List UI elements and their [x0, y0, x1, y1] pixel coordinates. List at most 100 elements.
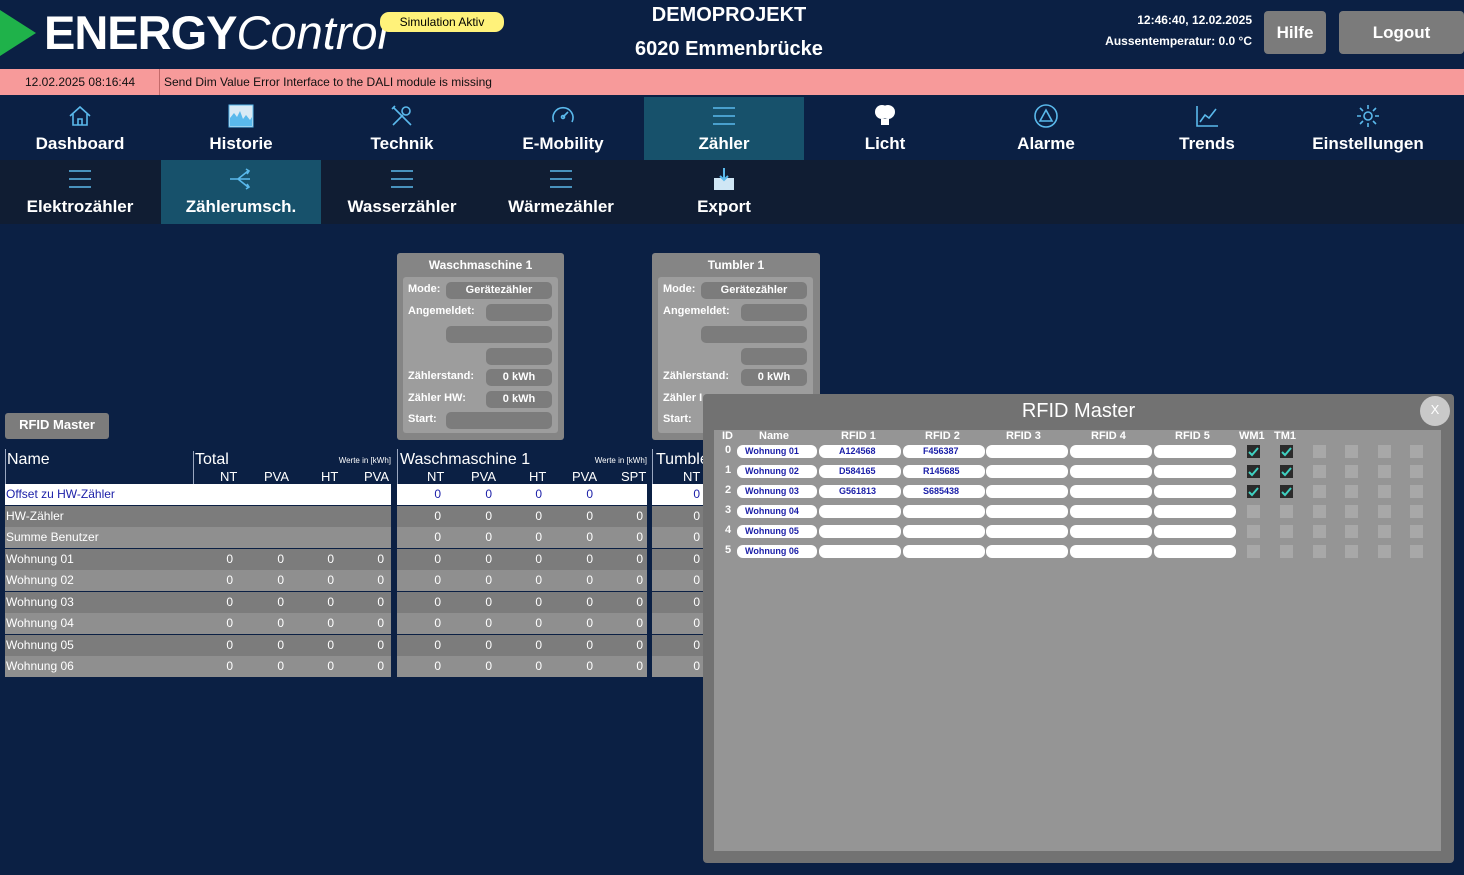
nav-licht[interactable]: Licht	[805, 97, 965, 160]
rfid-input-1[interactable]	[819, 505, 901, 518]
rfid-input-5[interactable]	[1154, 505, 1236, 518]
rfid-row-name[interactable]: Wohnung 06	[737, 545, 817, 558]
rfid-input-2[interactable]: S685438	[903, 485, 985, 498]
rfid-row-name[interactable]: Wohnung 01	[737, 445, 817, 458]
rfid-checkbox[interactable]	[1378, 545, 1391, 558]
mode-value[interactable]: Gerätezähler	[446, 282, 552, 299]
rfid-checkbox[interactable]	[1247, 465, 1260, 478]
rfid-checkbox[interactable]	[1313, 485, 1326, 498]
subnav-elektrozaehler[interactable]: Elektrozähler	[0, 160, 160, 224]
rfid-checkbox[interactable]	[1247, 545, 1260, 558]
rfid-input-3[interactable]	[986, 485, 1068, 498]
rfid-checkbox[interactable]	[1345, 445, 1358, 458]
subnav-zaehlerumsch[interactable]: Zählerumsch.	[161, 160, 321, 224]
mode-value[interactable]: Gerätezähler	[701, 282, 807, 299]
rfid-input-4[interactable]	[1070, 505, 1152, 518]
rfid-input-2[interactable]	[903, 545, 985, 558]
table-row: Wohnung 02 0 0 0 0	[5, 570, 391, 591]
subnav-export[interactable]: Export	[644, 160, 804, 224]
rfid-checkbox[interactable]	[1378, 445, 1391, 458]
close-button[interactable]: X	[1420, 396, 1450, 426]
rfid-input-3[interactable]	[986, 545, 1068, 558]
table-row: 0 0 0 0 0	[397, 634, 647, 656]
subnav-waermezaehler[interactable]: Wärmezähler	[481, 160, 641, 224]
nav-zaehler[interactable]: Zähler	[644, 97, 804, 160]
rfid-checkbox[interactable]	[1313, 545, 1326, 558]
rfid-checkbox[interactable]	[1345, 505, 1358, 518]
rfid-row-name[interactable]: Wohnung 04	[737, 505, 817, 518]
rfid-checkbox[interactable]	[1410, 525, 1423, 538]
rfid-input-3[interactable]	[986, 465, 1068, 478]
rfid-input-3[interactable]	[986, 525, 1068, 538]
rfid-checkbox[interactable]	[1378, 485, 1391, 498]
rfid-input-4[interactable]	[1070, 485, 1152, 498]
rfid-input-2[interactable]	[903, 505, 985, 518]
rfid-input-3[interactable]	[986, 445, 1068, 458]
rfid-input-5[interactable]	[1154, 485, 1236, 498]
nav-technik[interactable]: Technik	[322, 97, 482, 160]
rfid-input-4[interactable]	[1070, 525, 1152, 538]
rfid-checkbox[interactable]	[1378, 525, 1391, 538]
rfid-checkbox[interactable]	[1345, 545, 1358, 558]
rfid-checkbox[interactable]	[1313, 525, 1326, 538]
rfid-checkbox[interactable]	[1247, 525, 1260, 538]
help-button[interactable]: Hilfe	[1264, 11, 1326, 54]
rfid-checkbox[interactable]	[1280, 505, 1293, 518]
rfid-checkbox[interactable]	[1410, 445, 1423, 458]
nav-alarme[interactable]: Alarme	[966, 97, 1126, 160]
table-row: Wohnung 04 0 0 0 0	[5, 613, 391, 634]
rfid-checkbox[interactable]	[1247, 445, 1260, 458]
rfid-checkbox[interactable]	[1247, 485, 1260, 498]
rfid-input-1[interactable]: A124568	[819, 445, 901, 458]
rfid-input-1[interactable]	[819, 525, 901, 538]
rfid-master-button[interactable]: RFID Master	[5, 413, 109, 439]
rfid-input-5[interactable]	[1154, 465, 1236, 478]
rfid-input-4[interactable]	[1070, 465, 1152, 478]
list-icon	[644, 103, 804, 129]
rfid-input-4[interactable]	[1070, 445, 1152, 458]
rfid-input-5[interactable]	[1154, 545, 1236, 558]
nav-trends[interactable]: Trends	[1127, 97, 1287, 160]
rfid-checkbox[interactable]	[1410, 465, 1423, 478]
rfid-row-name[interactable]: Wohnung 02	[737, 465, 817, 478]
rfid-input-4[interactable]	[1070, 545, 1152, 558]
nav-dashboard[interactable]: Dashboard	[0, 97, 160, 160]
rfid-input-2[interactable]	[903, 525, 985, 538]
rfid-checkbox[interactable]	[1280, 445, 1293, 458]
rfid-checkbox[interactable]	[1345, 485, 1358, 498]
rfid-checkbox[interactable]	[1345, 465, 1358, 478]
rfid-input-2[interactable]: R145685	[903, 465, 985, 478]
rfid-row-name[interactable]: Wohnung 03	[737, 485, 817, 498]
rfid-checkbox[interactable]	[1410, 505, 1423, 518]
rfid-master-dialog: RFID Master X ID Name RFID 1 RFID 2 RFID…	[703, 394, 1454, 863]
rfid-checkbox[interactable]	[1280, 545, 1293, 558]
nav-e-mobility[interactable]: E-Mobility	[483, 97, 643, 160]
rfid-checkbox[interactable]	[1280, 485, 1293, 498]
rfid-input-5[interactable]	[1154, 525, 1236, 538]
rfid-checkbox[interactable]	[1280, 465, 1293, 478]
col-wm-ht: HT	[529, 469, 547, 484]
col-rfid4: RFID 4	[1091, 430, 1126, 442]
rfid-checkbox[interactable]	[1280, 525, 1293, 538]
rfid-checkbox[interactable]	[1247, 505, 1260, 518]
rfid-checkbox[interactable]	[1410, 545, 1423, 558]
rfid-input-3[interactable]	[986, 505, 1068, 518]
rfid-input-2[interactable]: F456387	[903, 445, 985, 458]
rfid-checkbox[interactable]	[1378, 465, 1391, 478]
rfid-checkbox[interactable]	[1410, 485, 1423, 498]
rfid-checkbox[interactable]	[1378, 505, 1391, 518]
logout-button[interactable]: Logout	[1339, 11, 1464, 54]
rfid-row-name[interactable]: Wohnung 05	[737, 525, 817, 538]
nav-einstellungen[interactable]: Einstellungen	[1288, 97, 1448, 160]
rfid-checkbox[interactable]	[1313, 445, 1326, 458]
nav-historie[interactable]: Historie	[161, 97, 321, 160]
rfid-checkbox[interactable]	[1313, 505, 1326, 518]
rfid-input-1[interactable]	[819, 545, 901, 558]
rfid-input-5[interactable]	[1154, 445, 1236, 458]
cell-wm: 0	[586, 573, 593, 587]
rfid-checkbox[interactable]	[1313, 465, 1326, 478]
subnav-wasserzaehler[interactable]: Wasserzähler	[322, 160, 482, 224]
rfid-input-1[interactable]: G561813	[819, 485, 901, 498]
rfid-input-1[interactable]: D584165	[819, 465, 901, 478]
rfid-checkbox[interactable]	[1345, 525, 1358, 538]
